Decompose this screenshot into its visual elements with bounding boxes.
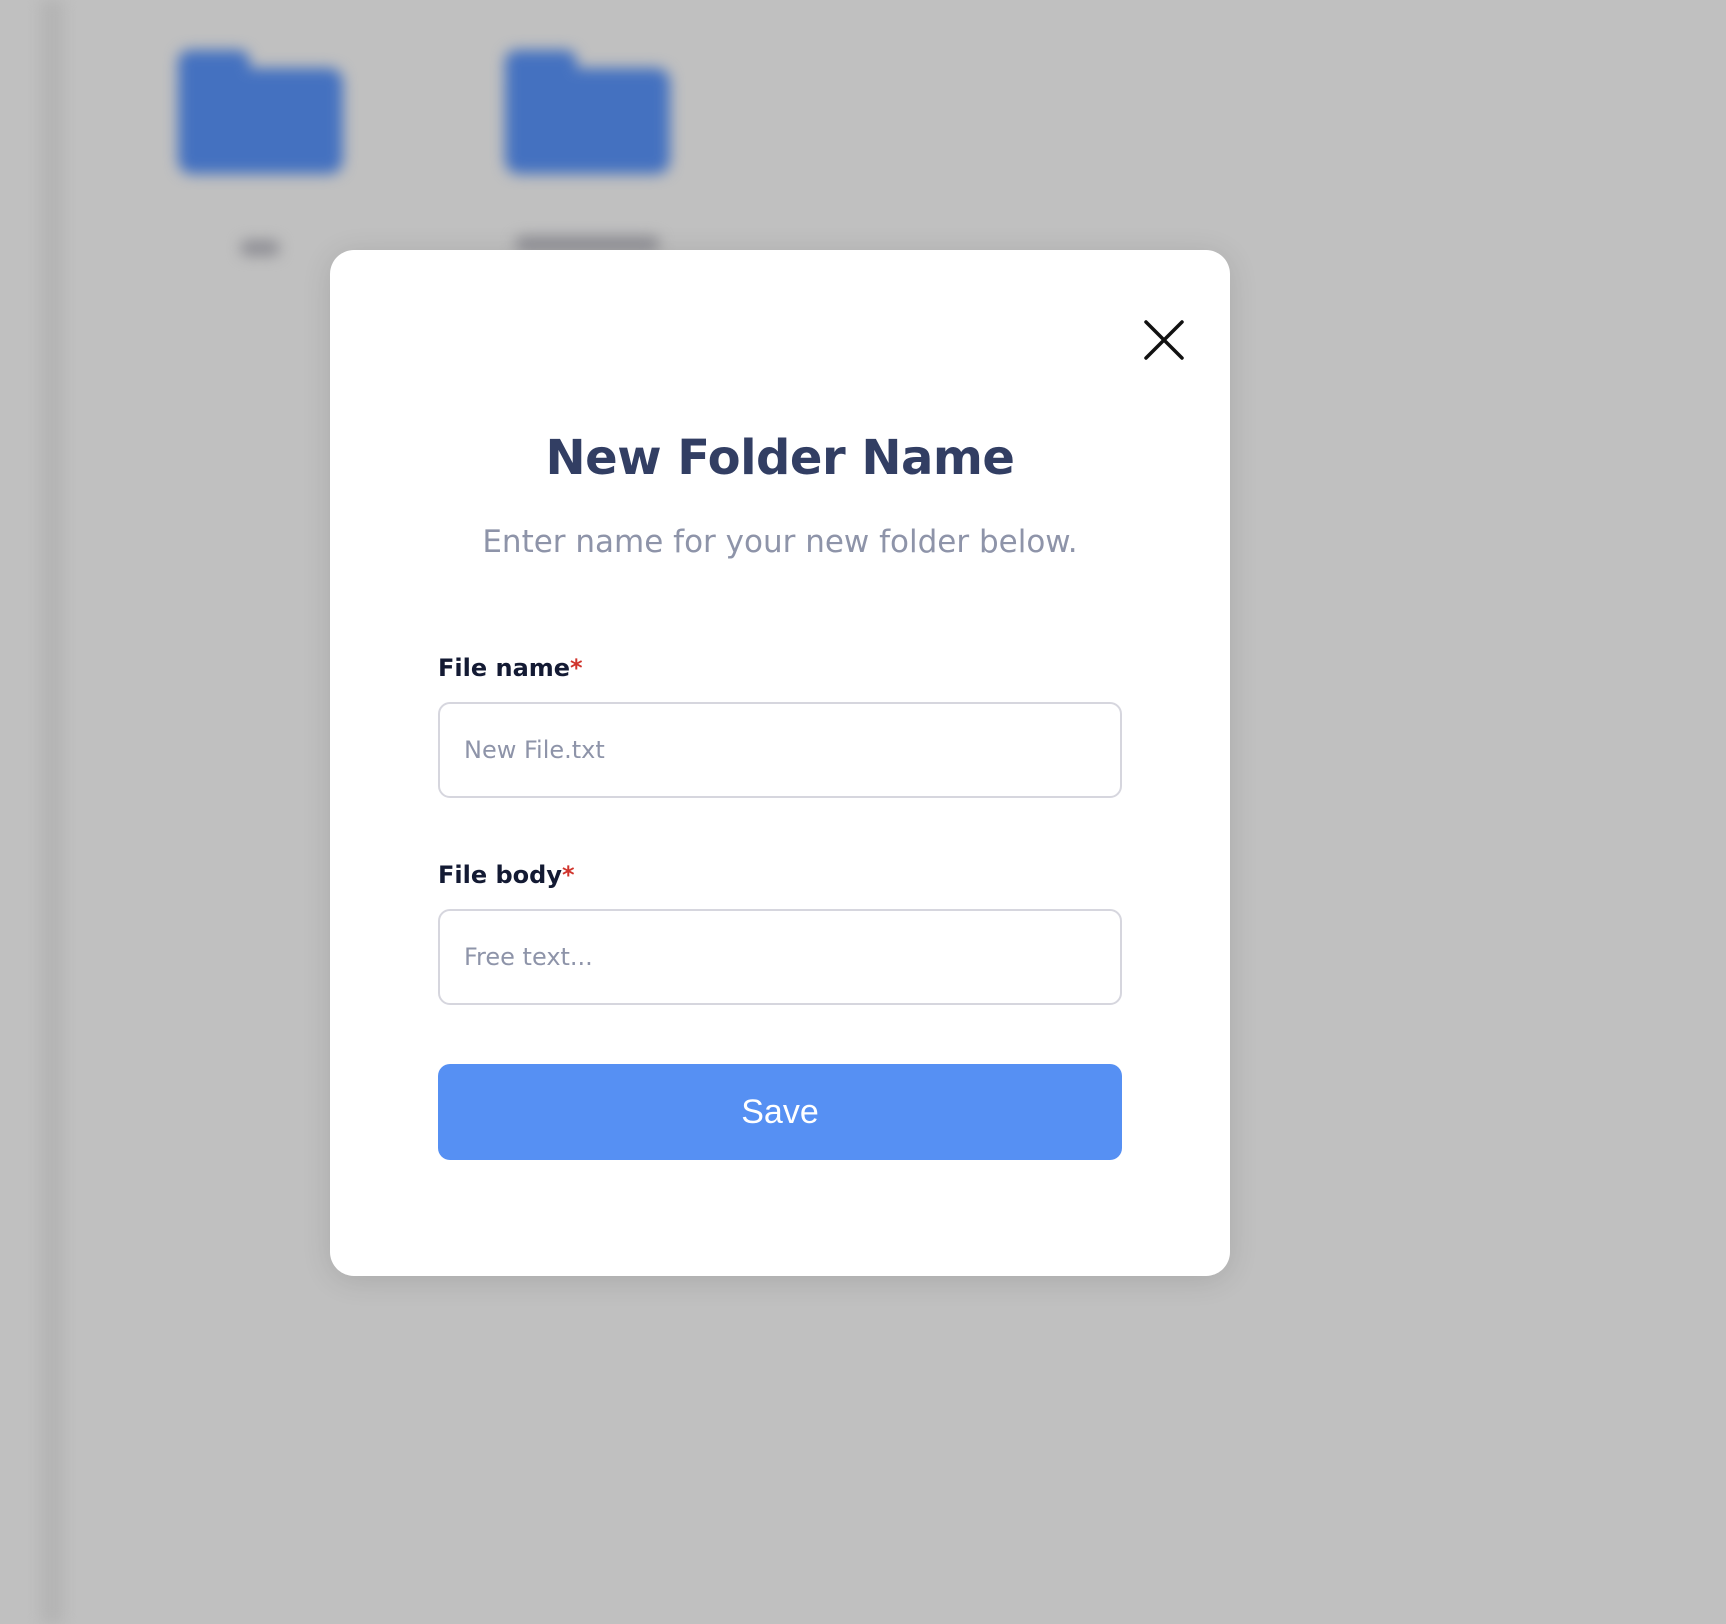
file-name-label: File name* [438,654,583,682]
new-folder-dialog: New Folder Name Enter name for your new … [330,250,1230,1276]
required-mark: * [570,654,583,682]
file-name-input[interactable] [438,702,1122,798]
close-button[interactable] [1136,312,1192,368]
required-mark: * [561,861,575,889]
dialog-subtitle: Enter name for your new folder below. [482,524,1078,560]
file-body-input[interactable] [438,909,1122,1005]
folder-icon [505,50,670,174]
sidebar [40,0,64,1624]
close-icon [1144,320,1184,360]
file-name-label-text: File name [438,654,571,682]
folder-label-placeholder [240,240,280,256]
save-button[interactable]: Save [438,1064,1122,1160]
file-body-label: File body* [438,861,575,889]
folder-icon [178,50,343,174]
dialog-title: New Folder Name [545,430,1015,486]
file-body-label-text: File body [438,861,562,889]
